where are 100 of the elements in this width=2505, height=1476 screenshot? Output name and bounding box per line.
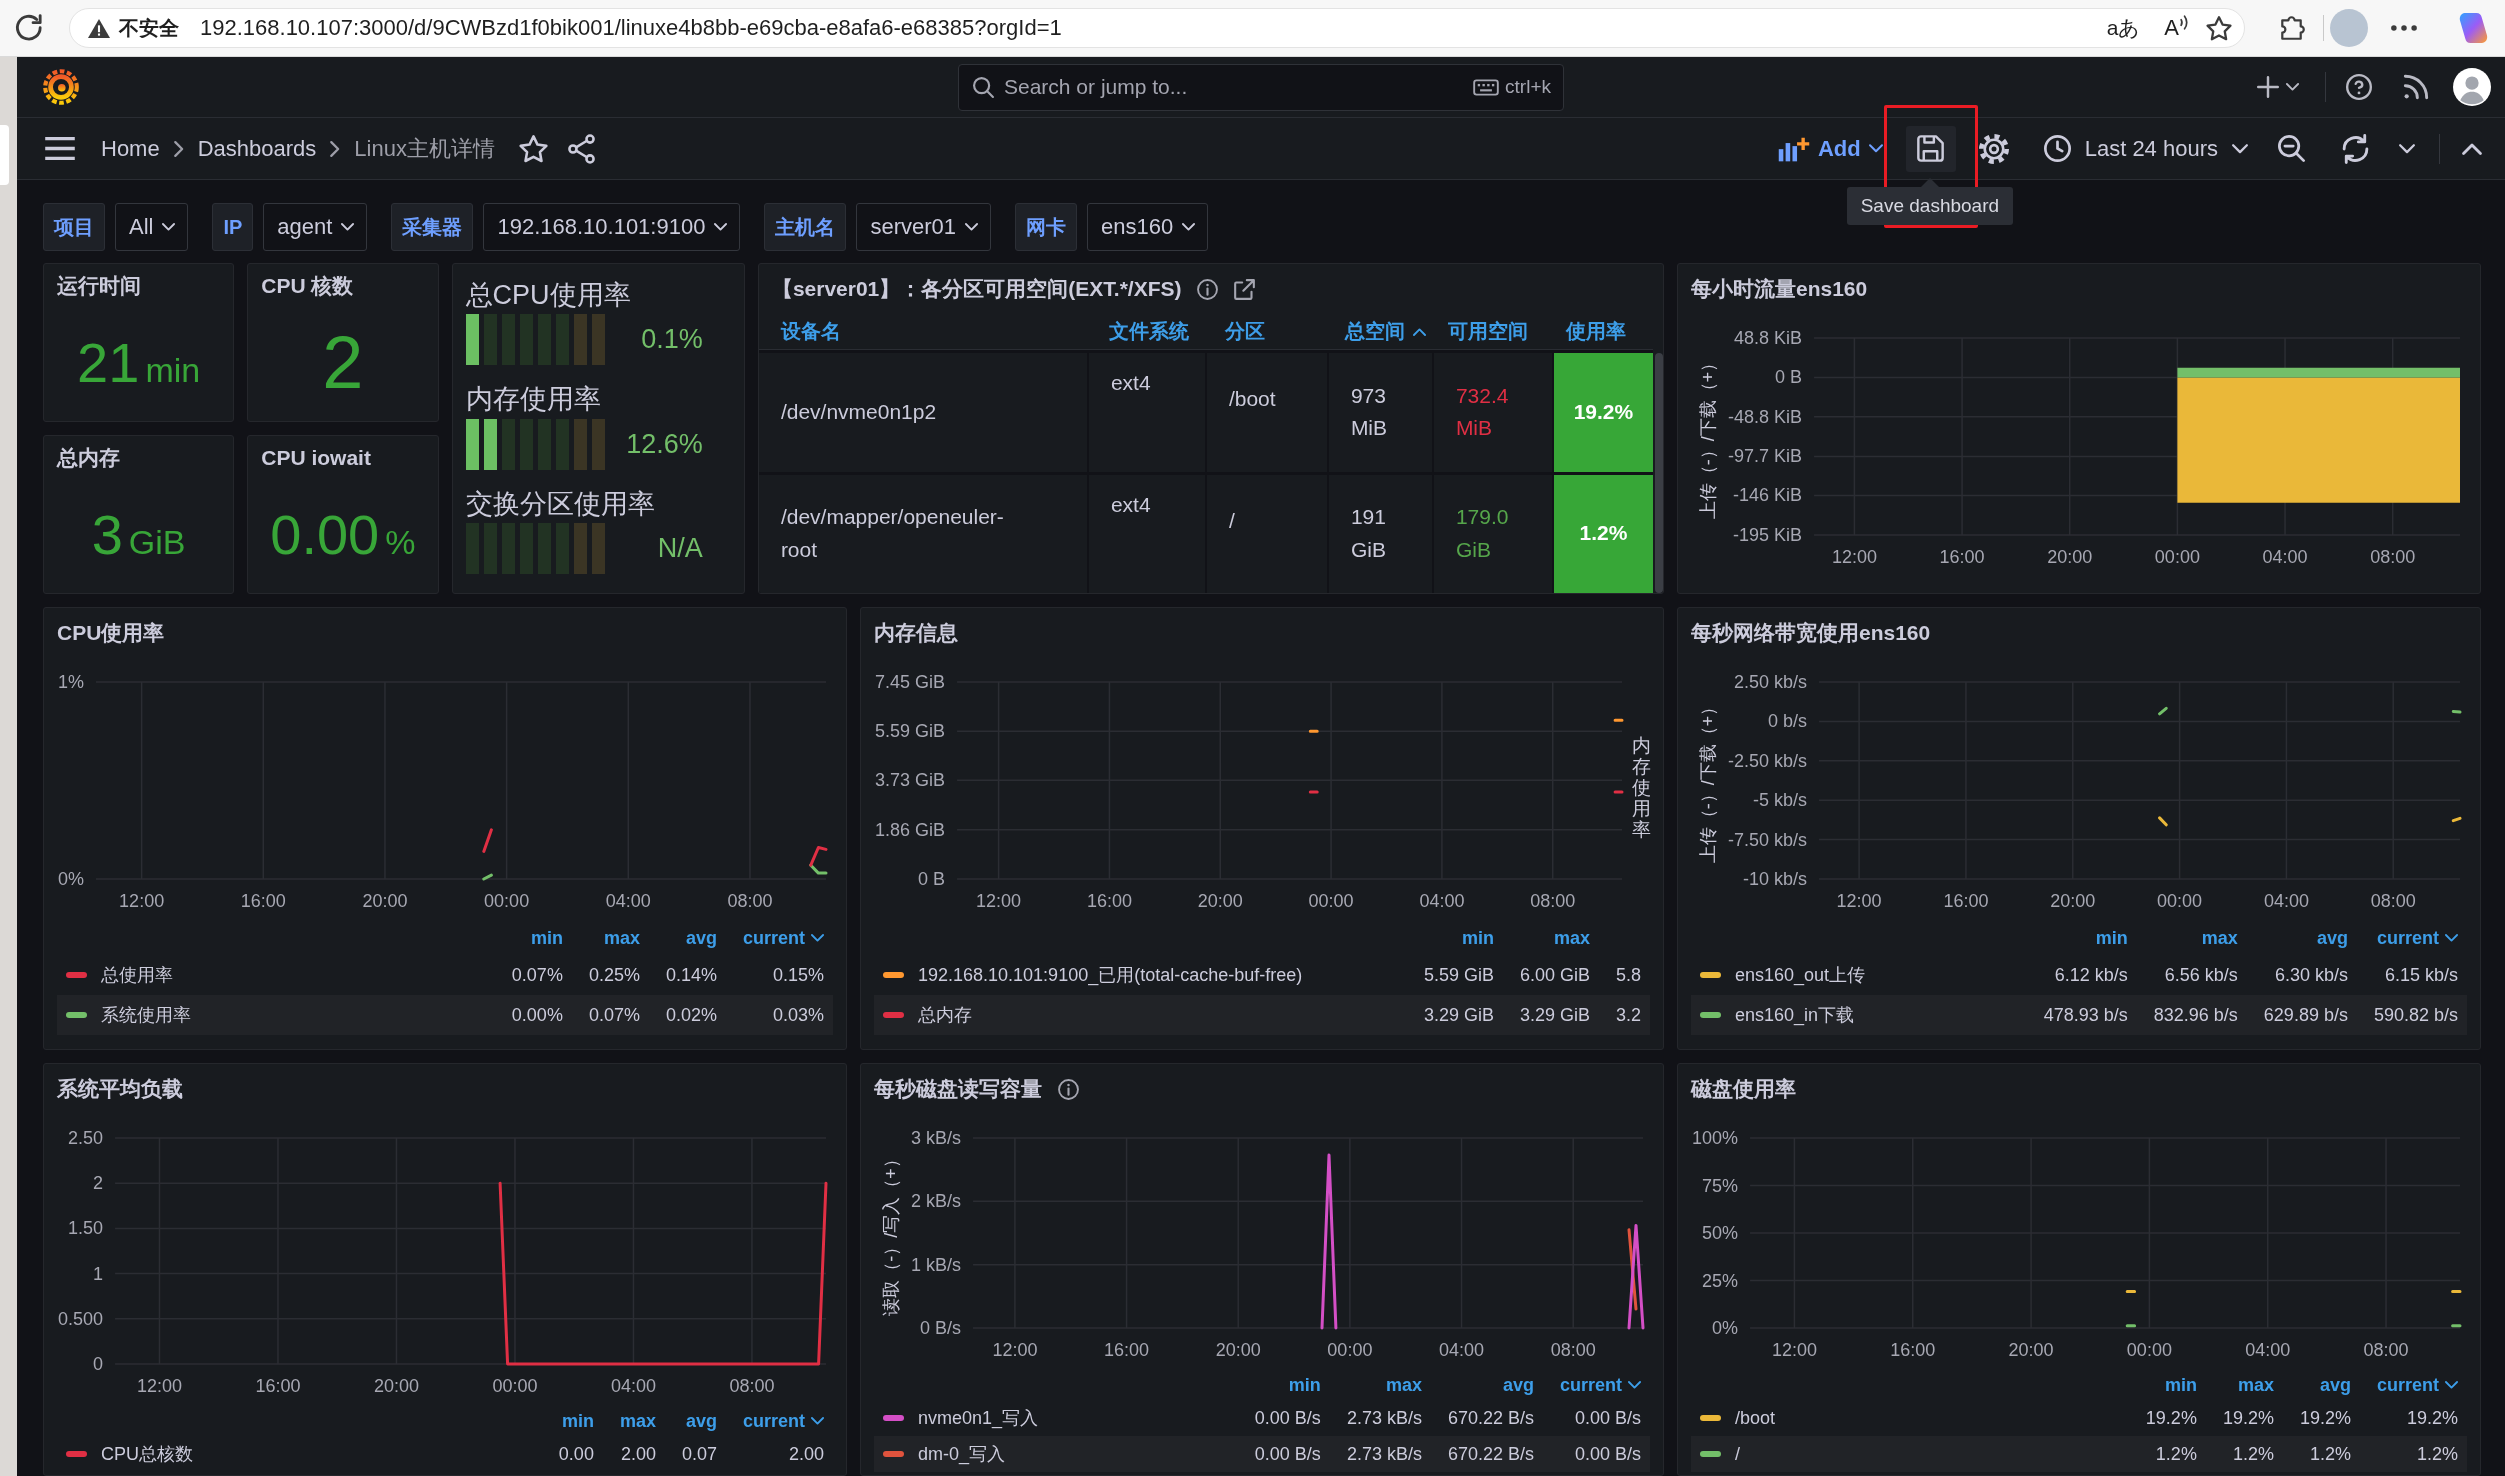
legend-value: 0.00 B/s [1574, 1407, 1641, 1428]
read-aloud-button[interactable]: A [2164, 15, 2188, 41]
external-link-icon[interactable] [1234, 278, 1256, 300]
legend-column-header[interactable]: min [2164, 1374, 2197, 1396]
time-range-picker[interactable]: Last 24 hours [2043, 135, 2248, 162]
column-header[interactable]: 总空间 [1344, 318, 1426, 345]
legend-column-header[interactable]: min [1461, 927, 1494, 949]
legend-column-header[interactable]: max [2201, 927, 2238, 949]
help-icon[interactable] [2346, 74, 2372, 100]
breadcrumb-link[interactable]: Linux主机详情 [354, 133, 495, 164]
legend-series-name[interactable]: 系统使用率 [101, 1003, 191, 1027]
legend-column-header[interactable]: avg [685, 1410, 717, 1432]
legend-column-header[interactable]: max [1385, 1374, 1422, 1396]
legend-column-header[interactable]: min [561, 1410, 594, 1432]
gradient-logo-icon[interactable] [2459, 13, 2488, 43]
breadcrumb-link[interactable]: Home [101, 135, 160, 162]
variable-select[interactable]: All [115, 203, 189, 251]
rss-icon[interactable] [2404, 75, 2428, 99]
variable-select[interactable]: ens160 [1087, 203, 1209, 251]
legend-column-header[interactable]: current [743, 927, 824, 949]
url-text: 192.168.10.107:3000/d/9CWBzd1f0bik001/linuxe4b8bb-e69cba-e8afa6-e68385?orgId=1 [200, 15, 1063, 41]
legend-series-name[interactable]: / [1735, 1443, 1740, 1465]
address-bar[interactable]: 不安全 192.168.10.107:3000/d/9CWBzd1f0bik001/linuxe4b8bb-e69cba-e8afa6-e68385?orgId=1 aあ A [69, 8, 2245, 48]
settings-icon[interactable] [1978, 133, 2009, 164]
caret-down-icon [2445, 934, 2458, 942]
save-button[interactable] [1905, 125, 1956, 172]
legend-series-name[interactable]: ens160_out上传 [1735, 963, 1866, 987]
scrollbar[interactable] [1655, 353, 1663, 593]
star-icon[interactable] [2206, 15, 2232, 41]
refresh-button[interactable] [2342, 133, 2369, 164]
reload-icon[interactable] [16, 14, 43, 42]
variable-label: 项目 [43, 203, 105, 251]
legend-column-header[interactable]: current [1560, 1374, 1641, 1396]
add-button[interactable]: Add [1769, 129, 1891, 168]
new-button[interactable] [2257, 76, 2299, 98]
axis-title: 内存使用率 [1632, 736, 1651, 841]
axis-tick-label: 50% [1702, 1223, 1739, 1243]
legend-column-header[interactable]: current [2377, 927, 2458, 949]
legend-column-header[interactable]: max [1553, 927, 1590, 949]
column-header[interactable]: 设备名 [780, 318, 841, 345]
menu-icon[interactable] [45, 137, 75, 160]
legend-column-header[interactable]: avg [2319, 1374, 2351, 1396]
zoom-out-button[interactable] [2278, 135, 2305, 162]
sidebar-handle[interactable] [0, 125, 9, 185]
legend-column-header[interactable]: avg [1502, 1374, 1534, 1396]
sound-waves-icon [2180, 15, 2188, 30]
legend-value: 3.29 GiB [1423, 1004, 1494, 1025]
column-header[interactable]: 使用率 [1565, 318, 1626, 345]
legend-series-name[interactable]: dm-0_写入 [918, 1442, 1006, 1466]
variable-select[interactable]: agent [263, 203, 368, 251]
legend-series-name[interactable]: CPU总核数 [101, 1442, 193, 1466]
axis-tick-label: 04:00 [1419, 891, 1465, 911]
axis-tick-label: 3 kB/s [911, 1128, 962, 1148]
info-icon[interactable] [1058, 1078, 1079, 1100]
legend-column-header[interactable]: min [1288, 1374, 1321, 1396]
translate-button[interactable]: aあ [2106, 14, 2141, 42]
axis-tick-label: 1.50 [68, 1218, 104, 1239]
legend-value: 0.03% [772, 1004, 824, 1025]
gauge-value: 0.1% [641, 324, 703, 356]
legend-value: 6.00 GiB [1519, 964, 1590, 985]
legend-column-header[interactable]: max [603, 927, 640, 949]
axis-tick-label: 12:00 [1831, 547, 1877, 567]
search-bar[interactable]: Search or jump to... ctrl+k [958, 63, 1564, 111]
legend-column-header[interactable]: max [2237, 1374, 2274, 1396]
legend-column-header[interactable]: min [530, 927, 563, 949]
column-header[interactable]: 可用空间 [1447, 318, 1528, 345]
app-logo-icon[interactable] [43, 69, 79, 105]
info-icon[interactable] [1197, 278, 1219, 300]
legend-value: 2.73 kB/s [1346, 1407, 1422, 1428]
legend-series-name[interactable]: 总使用率 [101, 963, 173, 987]
legend-series-name[interactable]: /boot [1735, 1407, 1776, 1429]
axis-tick-label: 20:00 [2050, 891, 2096, 911]
search-input[interactable]: Search or jump to... [1004, 72, 1464, 102]
legend-column-header[interactable]: avg [2316, 927, 2348, 949]
legend-series-name[interactable]: nvme0n1_写入 [918, 1406, 1039, 1430]
variable-select[interactable]: server01 [856, 203, 991, 251]
puzzle-icon[interactable] [2278, 16, 2305, 40]
breadcrumb-link[interactable]: Dashboards [197, 135, 317, 162]
legend-column-header[interactable]: current [743, 1410, 824, 1432]
legend-value: 629.89 b/s [2263, 1004, 2348, 1025]
variable-select[interactable]: 192.168.10.101:9100 [483, 203, 741, 251]
share-icon[interactable] [567, 133, 595, 164]
axis-tick-label: 5.59 GiB [875, 721, 946, 742]
sort-up-icon [1412, 327, 1426, 336]
legend-column-header[interactable]: avg [685, 927, 717, 949]
collapse-button[interactable] [2462, 142, 2482, 155]
legend-column-header[interactable]: min [2095, 927, 2128, 949]
user-avatar-icon[interactable] [2453, 68, 2491, 106]
axis-tick-label: 16:00 [1943, 891, 1989, 911]
column-header[interactable]: 分区 [1224, 318, 1265, 345]
legend-value: 590.82 b/s [2373, 1004, 2458, 1025]
column-header[interactable]: 文件系统 [1108, 318, 1189, 345]
legend-column-header[interactable]: max [619, 1410, 656, 1432]
legend-series-name[interactable]: 192.168.10.101:9100_已用(total-cache-buf-free) [918, 963, 1303, 987]
axis-tick-label: 0 b/s [1768, 711, 1808, 732]
legend-series-name[interactable]: 总内存 [918, 1003, 972, 1027]
axis-tick-label: 00:00 [484, 891, 530, 911]
axis-tick-label: 08:00 [727, 891, 773, 911]
legend-column-header[interactable]: current [2377, 1374, 2458, 1396]
more-icon[interactable] [2391, 25, 2417, 31]
